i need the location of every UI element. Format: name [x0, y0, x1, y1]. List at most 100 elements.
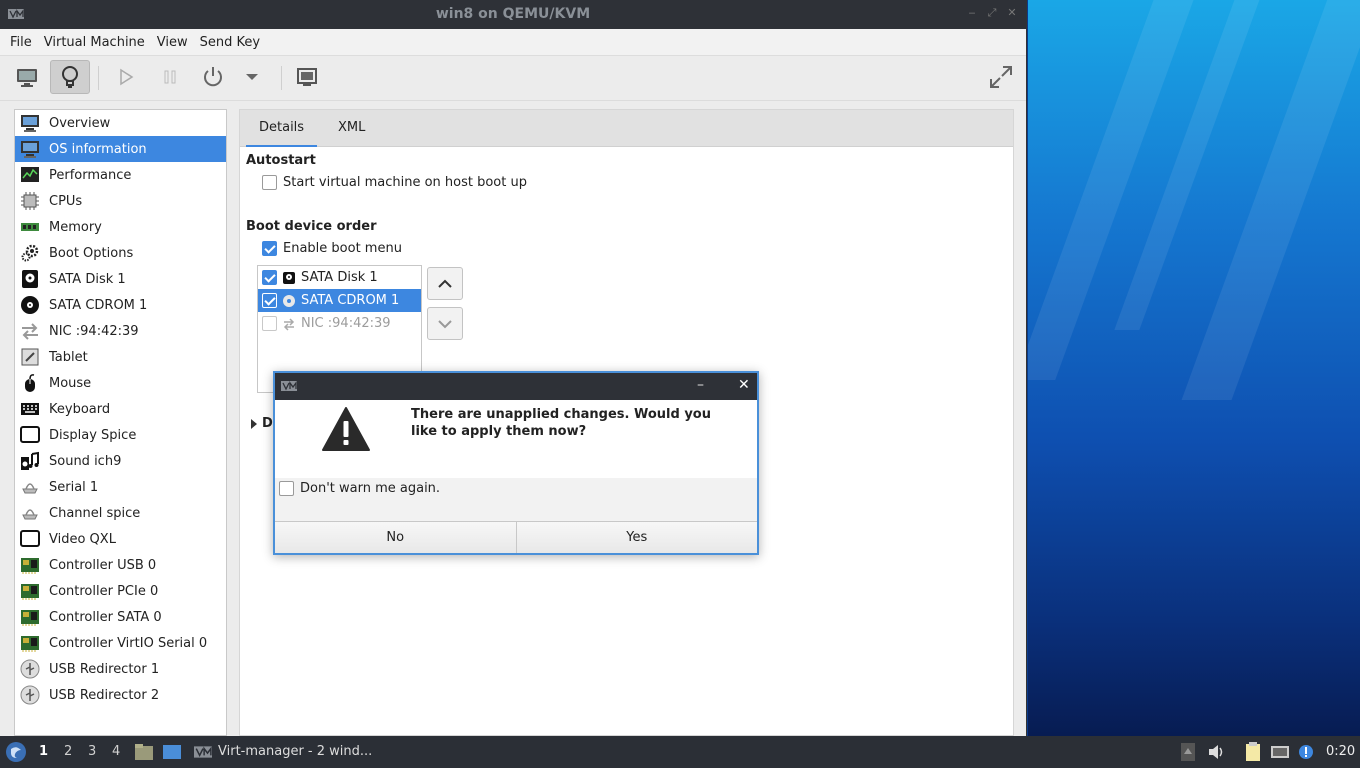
- enable-boot-menu-checkbox[interactable]: [262, 241, 277, 256]
- console-button[interactable]: [7, 60, 47, 94]
- sidebar-item[interactable]: Tablet: [15, 344, 226, 370]
- sidebar-item[interactable]: Overview: [15, 110, 226, 136]
- boot-item-sata-disk[interactable]: SATA Disk 1: [258, 266, 421, 289]
- dont-warn-label: Don't warn me again.: [300, 481, 441, 496]
- sidebar-item-label: Sound ich9: [49, 453, 122, 469]
- workspace-3[interactable]: 3: [88, 744, 96, 759]
- clipboard-icon[interactable]: [1243, 742, 1263, 762]
- sidebar-item[interactable]: Controller USB 0: [15, 552, 226, 578]
- menubar: File Virtual Machine View Send Key: [0, 29, 1026, 56]
- show-desktop-icon[interactable]: [162, 743, 182, 761]
- autostart-checkbox[interactable]: [262, 175, 277, 190]
- sidebar-item[interactable]: Sound ich9: [15, 448, 226, 474]
- sidebar-item[interactable]: Memory: [15, 214, 226, 240]
- boot-order-title: Boot device order: [246, 219, 377, 234]
- sidebar-item[interactable]: Performance: [15, 162, 226, 188]
- controller-card-icon: [19, 554, 41, 576]
- run-button[interactable]: [106, 60, 146, 94]
- shutdown-button[interactable]: [193, 60, 233, 94]
- sidebar-item[interactable]: Display Spice: [15, 422, 226, 448]
- sidebar-item[interactable]: Boot Options: [15, 240, 226, 266]
- sidebar-item[interactable]: SATA CDROM 1: [15, 292, 226, 318]
- sidebar-item[interactable]: Controller SATA 0: [15, 604, 226, 630]
- file-manager-icon[interactable]: [134, 743, 154, 761]
- maximize-icon[interactable]: ⤢: [986, 7, 998, 19]
- boot-item-label: SATA Disk 1: [301, 270, 378, 285]
- sidebar-item[interactable]: Serial 1: [15, 474, 226, 500]
- move-up-button[interactable]: [427, 267, 463, 300]
- sidebar-item[interactable]: USB Redirector 2: [15, 682, 226, 708]
- sidebar-item-label: CPUs: [49, 193, 83, 209]
- enable-boot-menu-row[interactable]: Enable boot menu: [262, 241, 402, 256]
- sidebar-item-label: Controller SATA 0: [49, 609, 162, 625]
- minimize-icon[interactable]: ‒: [966, 7, 978, 19]
- sidebar-item[interactable]: SATA Disk 1: [15, 266, 226, 292]
- sidebar-item[interactable]: Channel spice: [15, 500, 226, 526]
- network-icon[interactable]: [1270, 742, 1290, 762]
- fullscreen-button[interactable]: [981, 60, 1021, 94]
- dialog-message: There are unapplied changes. Would you l…: [411, 407, 711, 439]
- details-button[interactable]: [50, 60, 90, 94]
- volume-icon[interactable]: [1206, 742, 1226, 762]
- snapshots-button[interactable]: [287, 60, 327, 94]
- start-menu-icon[interactable]: [5, 741, 27, 763]
- collapsed-section-expander[interactable]: D: [250, 416, 273, 431]
- boot-item-checkbox[interactable]: [262, 316, 277, 331]
- pause-button[interactable]: [150, 60, 190, 94]
- window-title: win8 on QEMU/KVM: [435, 6, 591, 22]
- dialog-minimize-icon[interactable]: –: [697, 377, 704, 393]
- menu-file[interactable]: File: [4, 35, 38, 50]
- menu-virtual-machine[interactable]: Virtual Machine: [38, 35, 151, 50]
- serial-icon: [19, 502, 41, 524]
- tab-details[interactable]: Details: [246, 110, 318, 147]
- expander-arrow-icon: [251, 418, 257, 429]
- sidebar-item[interactable]: Controller VirtIO Serial 0: [15, 630, 226, 656]
- close-icon[interactable]: ✕: [1006, 7, 1018, 19]
- monitor-icon: [17, 69, 37, 87]
- menu-view[interactable]: View: [151, 35, 194, 50]
- dialog-button-row: No Yes: [275, 521, 757, 553]
- no-button[interactable]: No: [275, 522, 516, 553]
- tab-bar: Details XML: [240, 110, 1013, 147]
- dialog-body: There are unapplied changes. Would you l…: [275, 400, 757, 478]
- tray-scroll-up-icon[interactable]: [1178, 742, 1198, 762]
- sidebar-item[interactable]: Mouse: [15, 370, 226, 396]
- gears-icon: [19, 242, 41, 264]
- notification-icon[interactable]: [1296, 742, 1316, 762]
- boot-item-nic[interactable]: NIC :94:42:39: [258, 312, 421, 335]
- sidebar-item-label: Video QXL: [49, 531, 116, 547]
- disk-icon: [283, 271, 295, 284]
- boot-item-sata-cdrom[interactable]: SATA CDROM 1: [258, 289, 421, 312]
- sidebar-item[interactable]: Controller PCIe 0: [15, 578, 226, 604]
- task-button-virt-manager[interactable]: Virt-manager - 2 wind...: [218, 744, 372, 759]
- workspace-1[interactable]: 1: [39, 744, 48, 759]
- boot-item-checkbox[interactable]: [262, 293, 277, 308]
- yes-button[interactable]: Yes: [515, 522, 757, 553]
- sidebar-item[interactable]: Keyboard: [15, 396, 226, 422]
- sidebar-item[interactable]: Video QXL: [15, 526, 226, 552]
- shutdown-menu-button[interactable]: [232, 60, 272, 94]
- dont-warn-row[interactable]: Don't warn me again.: [279, 481, 440, 496]
- sound-icon: [19, 450, 41, 472]
- sidebar-item[interactable]: CPUs: [15, 188, 226, 214]
- sidebar-item[interactable]: NIC :94:42:39: [15, 318, 226, 344]
- sidebar-item[interactable]: USB Redirector 1: [15, 656, 226, 682]
- tablet-icon: [19, 346, 41, 368]
- workspace-2[interactable]: 2: [64, 744, 72, 759]
- dialog-close-icon[interactable]: ✕: [738, 377, 750, 393]
- dont-warn-checkbox[interactable]: [279, 481, 294, 496]
- boot-item-checkbox[interactable]: [262, 270, 277, 285]
- autostart-row[interactable]: Start virtual machine on host boot up: [262, 175, 527, 190]
- dialog-titlebar[interactable]: – ✕: [275, 373, 757, 400]
- toolbar-separator: [281, 66, 282, 90]
- window-titlebar[interactable]: win8 on QEMU/KVM ‒ ⤢ ✕: [0, 0, 1026, 29]
- fullscreen-icon: [990, 66, 1012, 88]
- menu-send-key[interactable]: Send Key: [194, 35, 266, 50]
- monitor-icon: [19, 112, 41, 134]
- move-down-button[interactable]: [427, 307, 463, 340]
- tab-xml[interactable]: XML: [325, 110, 378, 147]
- boot-item-label: SATA CDROM 1: [301, 293, 400, 308]
- workspace-4[interactable]: 4: [112, 744, 120, 759]
- sidebar-item[interactable]: OS information: [15, 136, 226, 162]
- clock: 0:20: [1326, 744, 1356, 759]
